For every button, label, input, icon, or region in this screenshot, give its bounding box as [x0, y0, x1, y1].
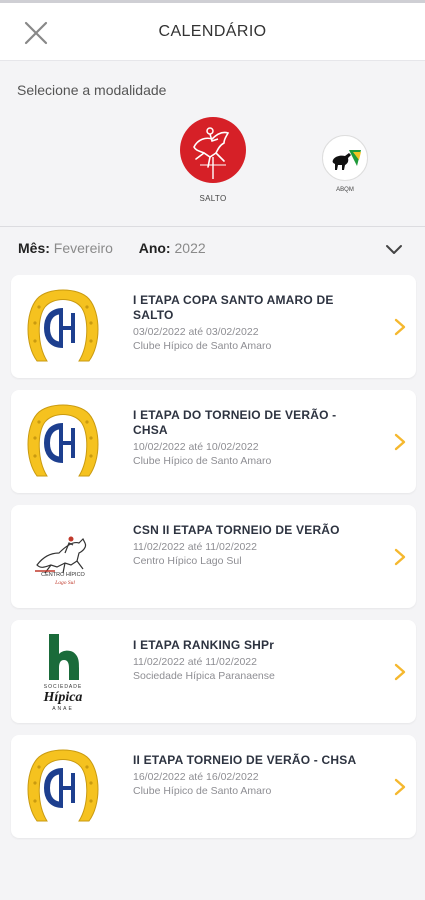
event-card[interactable]: CENTRO HÍPICO Lago Sul CSN II ETAPA TORN… — [11, 505, 416, 608]
modality-label: Selecione a modalidade — [17, 82, 167, 98]
event-title: I ETAPA COPA SANTO AMARO DE SALTO — [133, 293, 334, 322]
event-club: Clube Hípico de Santo Amaro — [133, 455, 272, 467]
event-club: Clube Hípico de Santo Amaro — [133, 785, 272, 797]
svg-text:Lago Sul: Lago Sul — [54, 580, 75, 586]
date-filter[interactable]: Mês: Fevereiro Ano: 2022 — [0, 228, 425, 268]
event-card[interactable]: I ETAPA DO TORNEIO DE VERÃO - CHSA 10/02… — [11, 390, 416, 493]
event-card[interactable]: I ETAPA COPA SANTO AMARO DE SALTO 03/02/… — [11, 275, 416, 378]
chsa-horseshoe-logo — [21, 283, 105, 369]
chevron-right-icon — [394, 318, 406, 336]
month-value: Fevereiro — [53, 240, 113, 256]
event-title: I ETAPA RANKING SHPr — [133, 638, 275, 652]
year-value: 2022 — [174, 240, 206, 256]
chevron-right-icon — [394, 548, 406, 566]
modality-caption: ABQM — [336, 187, 354, 193]
abqm-logo-icon — [322, 135, 368, 181]
event-club: Sociedade Hípica Paranaense — [133, 670, 275, 682]
app-header: CALENDÁRIO — [0, 3, 425, 61]
event-list: I ETAPA COPA SANTO AMARO DE SALTO 03/02/… — [11, 275, 416, 850]
year-label: Ano: — [138, 240, 171, 256]
svg-text:ANAE: ANAE — [52, 706, 74, 712]
modality-abqm[interactable]: ABQM — [322, 135, 368, 193]
modality-selector: Selecione a modalidade SALTO ABQM — [0, 62, 425, 227]
month-label: Mês: — [18, 240, 50, 256]
sociedade-hipica-logo: SOCIEDADE Hípica ANAE — [21, 628, 105, 714]
event-title: CSN II ETAPA TORNEIO DE VERÃO — [133, 523, 340, 537]
event-dates: 11/02/2022 até 11/02/2022 — [133, 656, 257, 668]
modality-salto[interactable]: SALTO — [180, 117, 246, 203]
event-title: I ETAPA DO TORNEIO DE VERÃO - CHSA — [133, 408, 337, 437]
show-jumping-horse-icon — [180, 117, 246, 183]
svg-text:CENTRO HÍPICO: CENTRO HÍPICO — [41, 571, 85, 578]
modality-caption: SALTO — [199, 194, 227, 203]
svg-text:Hípica: Hípica — [43, 690, 83, 705]
event-club: Clube Hípico de Santo Amaro — [133, 340, 272, 352]
event-dates: 03/02/2022 até 03/02/2022 — [133, 326, 259, 338]
event-dates: 16/02/2022 até 16/02/2022 — [133, 771, 259, 783]
filter-summary: Mês: Fevereiro Ano: 2022 — [18, 240, 206, 256]
chsa-horseshoe-logo — [21, 743, 105, 829]
chevron-right-icon — [394, 433, 406, 451]
chevron-down-icon[interactable] — [385, 240, 403, 258]
event-dates: 10/02/2022 até 10/02/2022 — [133, 441, 259, 453]
centro-hipico-lago-sul-logo: CENTRO HÍPICO Lago Sul — [21, 513, 105, 599]
chsa-horseshoe-logo — [21, 398, 105, 484]
event-card[interactable]: II ETAPA TORNEIO DE VERÃO - CHSA 16/02/2… — [11, 735, 416, 838]
event-title: II ETAPA TORNEIO DE VERÃO - CHSA — [133, 753, 357, 767]
event-dates: 11/02/2022 até 11/02/2022 — [133, 541, 257, 553]
chevron-right-icon — [394, 663, 406, 681]
event-card[interactable]: SOCIEDADE Hípica ANAE I ETAPA RANKING SH… — [11, 620, 416, 723]
event-club: Centro Hípico Lago Sul — [133, 555, 242, 567]
chevron-right-icon — [394, 778, 406, 796]
page-title: CALENDÁRIO — [158, 23, 267, 40]
